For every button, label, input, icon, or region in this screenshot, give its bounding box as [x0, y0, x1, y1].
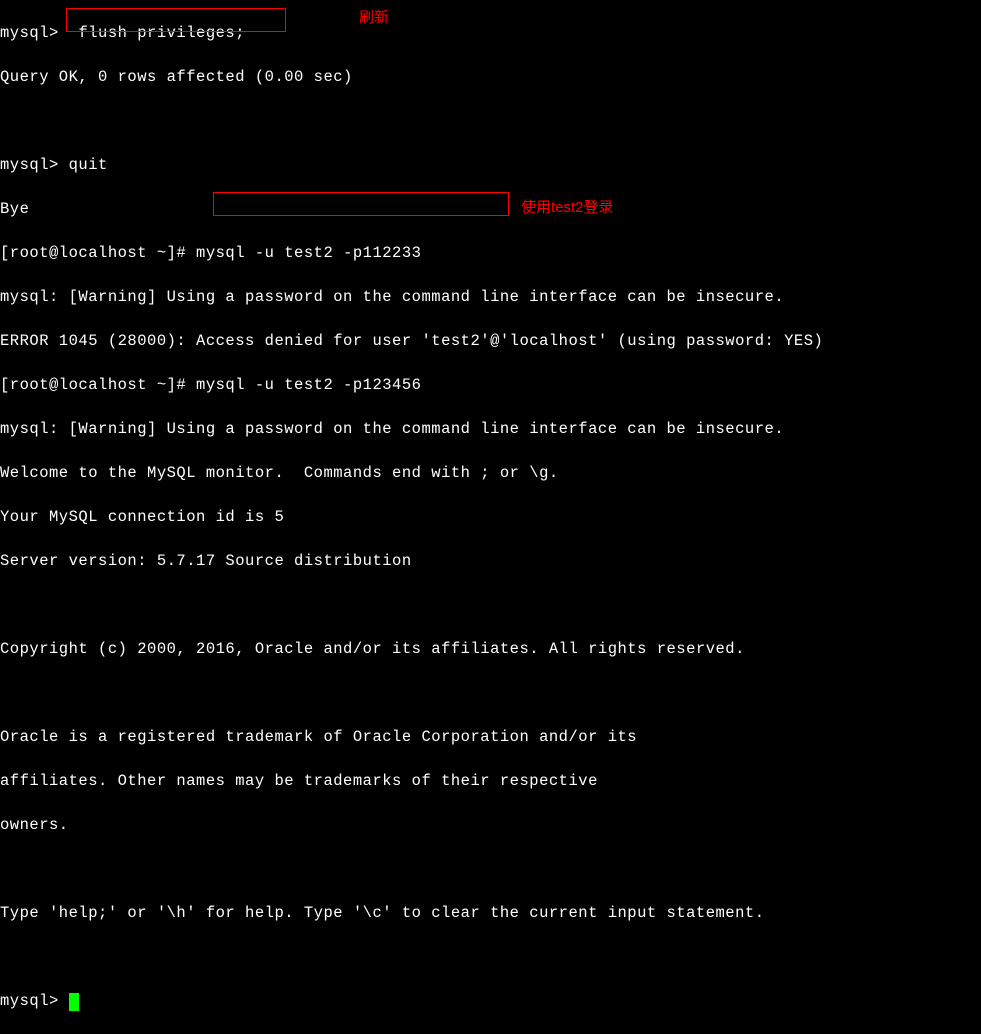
terminal-line: affiliates. Other names may be trademark… — [0, 770, 823, 792]
terminal-line: owners. — [0, 814, 823, 836]
terminal-line: Bye — [0, 198, 823, 220]
terminal-line: Type 'help;' or '\h' for help. Type '\c'… — [0, 902, 823, 924]
terminal-output[interactable]: mysql> flush privileges; Query OK, 0 row… — [0, 0, 823, 1034]
terminal-line: Welcome to the MySQL monitor. Commands e… — [0, 462, 823, 484]
terminal-line: [root@localhost ~]# mysql -u test2 -p123… — [0, 374, 823, 396]
terminal-line — [0, 594, 823, 616]
terminal-line: mysql: [Warning] Using a password on the… — [0, 418, 823, 440]
terminal-prompt-line[interactable]: mysql> — [0, 990, 823, 1012]
cursor-icon — [69, 993, 79, 1011]
annotation-login: 使用test2登录 — [521, 197, 614, 219]
terminal-line: mysql: [Warning] Using a password on the… — [0, 286, 823, 308]
terminal-line: Copyright (c) 2000, 2016, Oracle and/or … — [0, 638, 823, 660]
terminal-line — [0, 858, 823, 880]
terminal-line: ERROR 1045 (28000): Access denied for us… — [0, 330, 823, 352]
mysql-prompt: mysql> — [0, 992, 69, 1010]
terminal-line: mysql> flush privileges; — [0, 22, 823, 44]
terminal-line: Server version: 5.7.17 Source distributi… — [0, 550, 823, 572]
terminal-line — [0, 946, 823, 968]
annotation-flush: 刷新 — [359, 7, 389, 29]
terminal-line: [root@localhost ~]# mysql -u test2 -p112… — [0, 242, 823, 264]
terminal-line: Query OK, 0 rows affected (0.00 sec) — [0, 66, 823, 88]
terminal-line: mysql> quit — [0, 154, 823, 176]
terminal-line: Oracle is a registered trademark of Orac… — [0, 726, 823, 748]
terminal-line: Your MySQL connection id is 5 — [0, 506, 823, 528]
terminal-line — [0, 682, 823, 704]
terminal-line — [0, 110, 823, 132]
